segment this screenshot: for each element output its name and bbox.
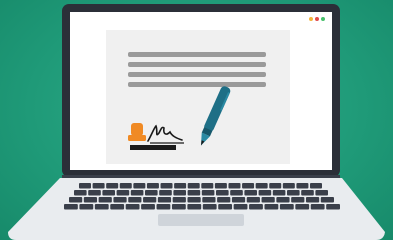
keyboard-key	[218, 204, 233, 210]
keyboard-key	[143, 197, 157, 203]
keyboard-key	[88, 190, 101, 196]
keyboard-key	[157, 197, 172, 203]
keyboard-key	[119, 183, 132, 189]
document-page	[106, 30, 290, 164]
keyboard-key	[310, 183, 322, 189]
keyboard-key	[272, 190, 286, 196]
keyboard-key	[201, 190, 215, 196]
keyboard-key	[64, 204, 78, 210]
keyboard-key	[310, 204, 325, 210]
keyboard-key	[133, 183, 146, 189]
keyboard-key	[287, 190, 300, 196]
keyboard-key	[233, 204, 248, 210]
keyboard-key	[261, 197, 275, 203]
keyboard-key	[276, 197, 290, 203]
keyboard-key	[326, 204, 340, 210]
keyboard-key	[202, 197, 216, 203]
text-line	[128, 72, 266, 77]
keyboard-key	[146, 183, 159, 189]
keyboard-key	[216, 190, 229, 196]
keyboard-key	[295, 204, 310, 210]
keyboard-key	[315, 190, 328, 196]
keyboard-key	[145, 190, 158, 196]
keyboard-key	[291, 197, 305, 203]
keyboard-key	[74, 190, 87, 196]
keyboard-key	[69, 197, 83, 203]
keyboard-key	[246, 197, 260, 203]
keyboard-key	[102, 190, 115, 196]
keyboard-key	[269, 183, 282, 189]
keyboard-key	[173, 190, 186, 196]
text-line	[128, 62, 266, 67]
keyboard-key	[79, 183, 91, 189]
keyboard-key	[160, 183, 173, 189]
keyboard-key	[230, 190, 243, 196]
keyboard-key	[242, 183, 255, 189]
keyboard-key	[258, 190, 272, 196]
keyboard-key	[125, 204, 140, 210]
keyboard-key	[187, 183, 200, 189]
keyboard-key	[156, 204, 171, 210]
keyboard-key	[174, 183, 187, 189]
keyboard-key	[110, 204, 125, 210]
keyboard-key	[301, 190, 314, 196]
text-line	[128, 82, 266, 87]
keyboard-key	[159, 190, 172, 196]
keyboard-key	[202, 204, 217, 210]
keyboard-key	[264, 204, 279, 210]
keyboard-key	[244, 190, 257, 196]
keyboard-key	[187, 204, 202, 210]
keyboard-key	[305, 197, 320, 203]
keyboard-key	[98, 197, 112, 203]
keyboard-key	[217, 197, 231, 203]
window-dot-yellow	[309, 17, 313, 21]
keyboard-key	[282, 183, 295, 189]
keyboard-key	[231, 197, 246, 203]
keyboard-key	[296, 183, 309, 189]
keyboard-key	[255, 183, 268, 189]
laptop-signing-illustration	[8, 4, 385, 240]
window-dot-red	[315, 17, 319, 21]
keyboard-key	[187, 190, 201, 196]
keyboard-key	[228, 183, 241, 189]
keyboard-key	[130, 190, 144, 196]
keyboard-key	[279, 204, 294, 210]
keyboard-key	[113, 197, 127, 203]
trackpad	[158, 214, 244, 226]
keyboard-key	[128, 197, 142, 203]
keyboard-key	[83, 197, 98, 203]
keyboard-key	[172, 197, 186, 203]
text-line	[128, 52, 266, 57]
window-dot-green	[321, 17, 325, 21]
keyboard-key	[187, 197, 201, 203]
keyboard-key	[106, 183, 119, 189]
keyboard-key	[116, 190, 130, 196]
keyboard-key	[141, 204, 155, 210]
keyboard-key	[201, 183, 214, 189]
keyboard-key	[79, 204, 94, 210]
window-dots	[309, 17, 325, 21]
illustration-scene	[0, 0, 393, 240]
keyboard-key	[320, 197, 334, 203]
keyboard-key	[171, 204, 186, 210]
keyboard-key	[92, 183, 105, 189]
keyboard-key	[214, 183, 227, 189]
keyboard-key	[249, 204, 263, 210]
keyboard-key	[94, 204, 109, 210]
